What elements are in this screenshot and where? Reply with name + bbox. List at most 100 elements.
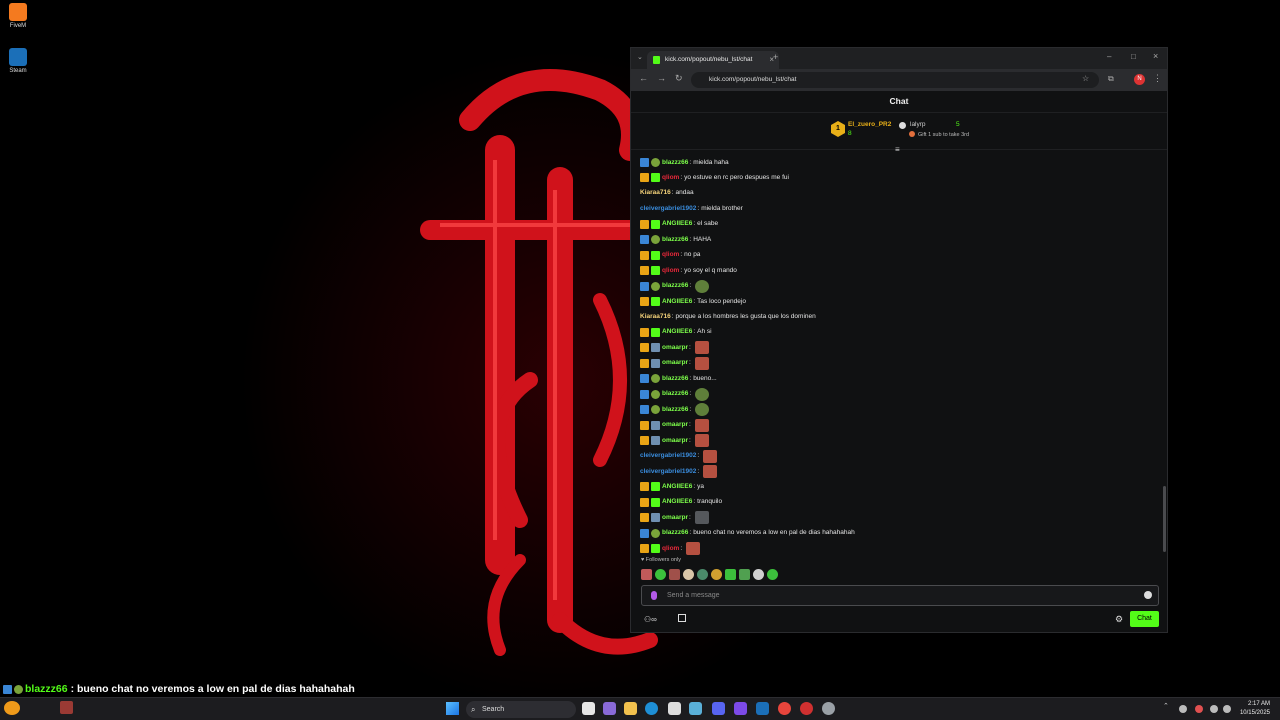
chat-username[interactable]: qliom (662, 543, 679, 555)
emote-icon[interactable] (711, 569, 722, 580)
chat-username[interactable]: omaarpr (662, 342, 688, 354)
bookmark-star-icon[interactable]: ☆ (1082, 74, 1089, 83)
start-button[interactable] (446, 702, 459, 715)
chat-message: omaarpr: (640, 356, 709, 371)
followers-only-badge: ♥ Followers only (641, 557, 681, 563)
store-icon[interactable] (678, 614, 686, 622)
leader-second-name: lalyrp (910, 121, 926, 128)
app-icon[interactable] (689, 702, 702, 715)
task-view-icon[interactable] (582, 702, 595, 715)
weather-widget[interactable] (4, 701, 20, 715)
cloud-icon[interactable] (1179, 705, 1187, 713)
emote-icon[interactable] (767, 569, 778, 580)
taskbar-search[interactable]: ⌕ Search (466, 701, 576, 718)
subscriber-badge-icon (651, 544, 660, 554)
chat-username[interactable]: qliom (662, 249, 679, 261)
tray-chevron-icon[interactable]: ⌃ (1163, 702, 1171, 710)
browser-tab[interactable]: kick.com/popout/nebu_lst/chat × (647, 51, 779, 69)
profile-avatar[interactable]: N (1134, 74, 1145, 85)
back-arrow-icon[interactable]: ← (639, 73, 648, 83)
clock-date: 10/15/2025 (1239, 710, 1270, 716)
emote-icon[interactable] (753, 569, 764, 580)
quick-emote-bar (641, 569, 778, 580)
copilot-icon[interactable] (603, 702, 616, 715)
clock[interactable]: 2:17 AM 10/15/2025 (1240, 700, 1270, 718)
chat-username[interactable]: cleivergabriel1902 (640, 203, 696, 215)
extensions-icon[interactable]: ⧉ (1108, 74, 1114, 84)
chat-username[interactable]: blazzz66 (662, 527, 688, 539)
minimize-button[interactable]: – (1107, 52, 1111, 61)
chat-separator: : (689, 421, 691, 429)
discord-icon[interactable] (712, 702, 725, 715)
reload-icon[interactable]: ↻ (675, 73, 683, 84)
chat-username[interactable]: blazzz66 (662, 373, 688, 385)
chat-username[interactable]: cleivergabriel1902 (640, 466, 696, 478)
url-text: kick.com/popout/nebu_lst/chat (709, 76, 797, 83)
chat-username[interactable]: ANGIIEE6 (662, 481, 692, 493)
chat-username[interactable]: omaarpr (662, 357, 688, 369)
emote-icon[interactable] (683, 569, 694, 580)
new-tab-button[interactable]: + (773, 52, 778, 62)
moderator-badge-icon (640, 374, 649, 384)
chat-text: no pa (684, 251, 701, 259)
settings-gear-icon[interactable]: ⚙ (1115, 614, 1123, 625)
chat-username[interactable]: ANGIIEE6 (662, 496, 692, 508)
emote-icon[interactable] (739, 569, 750, 580)
mic-tray-icon[interactable] (1195, 705, 1203, 713)
chat-username[interactable]: ANGIIEE6 (662, 326, 692, 338)
chat-separator: : (671, 313, 674, 320)
kick-gift-icon[interactable]: ⚇∞ (644, 615, 657, 624)
network-icon[interactable] (1210, 705, 1218, 713)
chat-username[interactable]: blazzz66 (662, 404, 688, 416)
chat-username[interactable]: blazzz66 (662, 388, 688, 400)
url-field[interactable]: kick.com/popout/nebu_lst/chat (691, 72, 1099, 88)
emote-icon[interactable] (669, 569, 680, 580)
emote-icon (695, 403, 710, 417)
mic-icon[interactable] (651, 591, 657, 600)
browser-menu-icon[interactable]: ⋮ (1153, 73, 1162, 84)
maximize-button[interactable]: □ (1131, 52, 1136, 61)
chat-text: tranquilo (697, 498, 723, 506)
app-icon[interactable] (734, 702, 747, 715)
file-explorer-icon[interactable] (624, 702, 637, 715)
settings-taskbar-icon[interactable] (822, 702, 835, 715)
emote-icon[interactable] (655, 569, 666, 580)
forward-arrow-icon[interactable]: → (657, 73, 666, 83)
crown-badge-icon (640, 358, 649, 368)
emote-icon[interactable] (697, 569, 708, 580)
chrome-icon[interactable] (778, 702, 791, 715)
emote-icon[interactable] (641, 569, 652, 580)
chat-separator: : (689, 405, 692, 413)
store-app-icon[interactable] (668, 702, 681, 715)
chat-username[interactable]: cleivergabriel1902 (640, 450, 696, 462)
chat-separator: : (671, 189, 674, 197)
app-icon[interactable] (800, 702, 813, 715)
volume-icon[interactable] (1223, 705, 1231, 713)
chat-username[interactable]: omaarpr (662, 435, 688, 447)
chat-username[interactable]: omaarpr (662, 419, 688, 431)
chat-message-input[interactable]: Send a message (641, 585, 1159, 606)
chat-scrollbar[interactable] (1163, 486, 1166, 552)
chat-send-button[interactable]: Chat (1130, 611, 1159, 627)
chat-username[interactable]: blazzz66 (662, 157, 688, 169)
fivem-desktop-icon[interactable]: FiveM (4, 3, 32, 29)
steam-desktop-icon[interactable]: Steam (4, 48, 32, 74)
chat-username[interactable]: ANGIIEE6 (662, 218, 692, 230)
chat-username[interactable]: Kiaraa716 (640, 187, 671, 199)
chat-username[interactable]: ANGIIEE6 (662, 296, 692, 308)
gift-leaderboard[interactable]: 1 El_zuero_PR2 8 lalyrp 5 Gift 1 sub to … (631, 113, 1167, 154)
chat-username[interactable]: Kiaraa716 (640, 311, 671, 323)
subscriber-badge-icon (651, 297, 660, 307)
chat-username[interactable]: blazzz66 (662, 280, 688, 292)
emote-icon[interactable] (725, 569, 736, 580)
emoji-picker-icon[interactable] (1144, 591, 1152, 599)
steam-taskbar-icon[interactable] (756, 702, 769, 715)
chat-username[interactable]: omaarpr (662, 512, 688, 524)
tab-search-chevron-icon[interactable]: ⌄ (637, 53, 643, 61)
pinned-thumbnail[interactable] (60, 701, 73, 714)
chat-username[interactable]: qliom (662, 172, 679, 184)
close-window-button[interactable]: × (1153, 51, 1158, 61)
edge-icon[interactable] (645, 702, 658, 715)
chat-username[interactable]: blazzz66 (662, 234, 688, 246)
chat-username[interactable]: qliom (662, 265, 679, 277)
